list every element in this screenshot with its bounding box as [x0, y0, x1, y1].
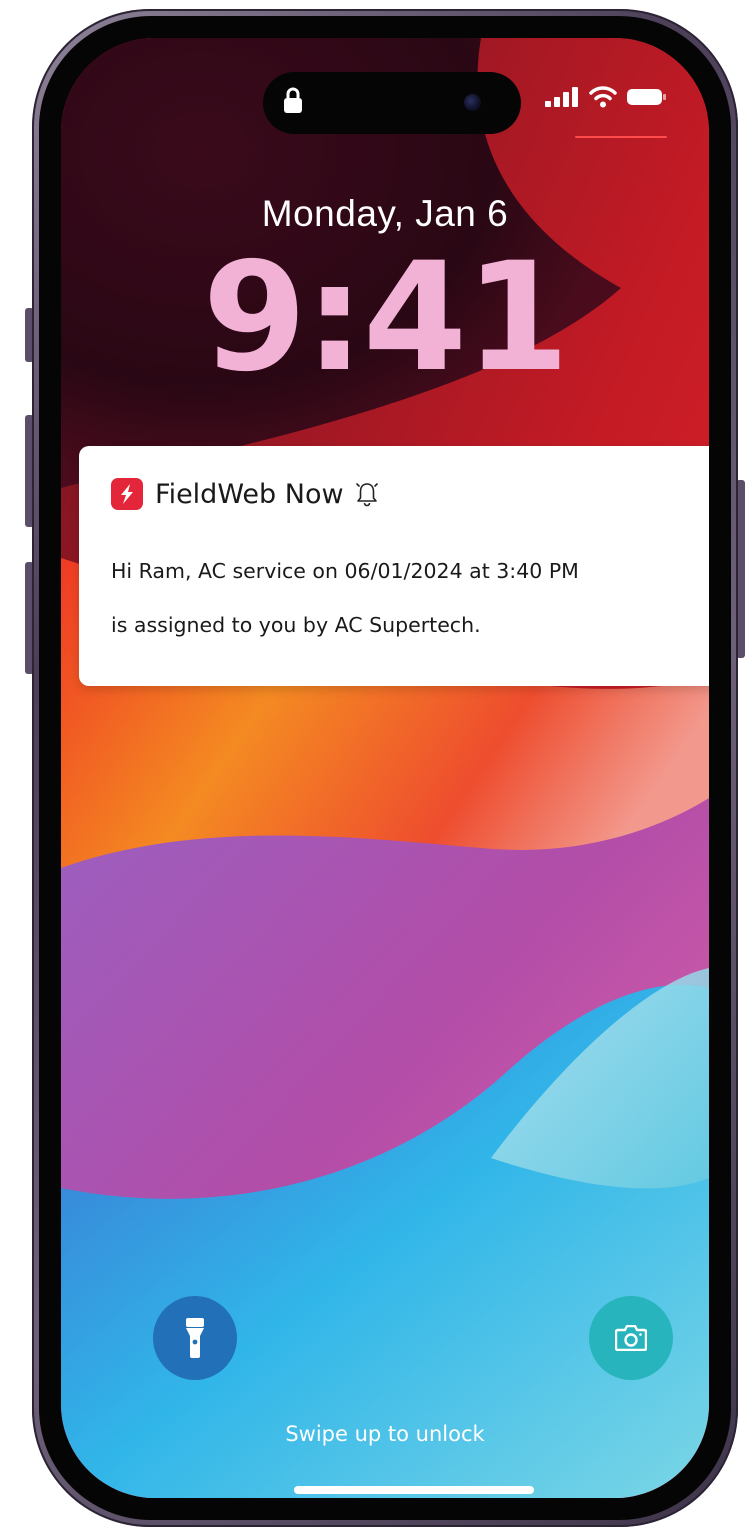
lock-icon — [284, 87, 302, 113]
notification-message: Hi Ram, AC service on 06/01/2024 at 3:40… — [111, 544, 706, 652]
flashlight-button[interactable] — [153, 1296, 237, 1380]
camera-icon — [615, 1325, 647, 1351]
notification-card[interactable]: FieldWeb Now Hi Ram, AC service on 06/01… — [79, 446, 709, 686]
lock-time: 9:41 — [202, 231, 569, 405]
device-stage: Monday, Jan 6 9:41 FieldWeb Now Hi Ram, … — [0, 0, 753, 1535]
signal-icon — [545, 87, 578, 107]
battery-icon — [627, 89, 666, 105]
wifi-icon — [589, 86, 617, 108]
phone-bezel: Monday, Jan 6 9:41 FieldWeb Now Hi Ram, … — [39, 16, 731, 1520]
swipe-to-unlock-hint: Swipe up to unlock — [285, 1422, 485, 1446]
notification-line-1: Hi Ram, AC service on 06/01/2024 at 3:40… — [111, 559, 579, 583]
notification-app-name: FieldWeb Now — [155, 478, 344, 510]
notification-line-2: is assigned to you by AC Supertech. — [111, 613, 481, 637]
flashlight-icon — [186, 1318, 204, 1358]
fieldweb-app-icon — [111, 478, 143, 510]
lock-screen[interactable]: Monday, Jan 6 9:41 FieldWeb Now Hi Ram, … — [61, 38, 709, 1498]
alarm-bell-icon — [355, 483, 378, 507]
phone-frame: Monday, Jan 6 9:41 FieldWeb Now Hi Ram, … — [32, 9, 738, 1527]
camera-button[interactable] — [589, 1296, 673, 1380]
lock-date: Monday, Jan 6 — [261, 193, 509, 234]
notification-header: FieldWeb Now — [111, 478, 378, 510]
status-underline — [575, 136, 667, 138]
front-camera — [464, 94, 481, 111]
home-indicator[interactable] — [294, 1486, 534, 1494]
status-bar — [545, 86, 667, 108]
